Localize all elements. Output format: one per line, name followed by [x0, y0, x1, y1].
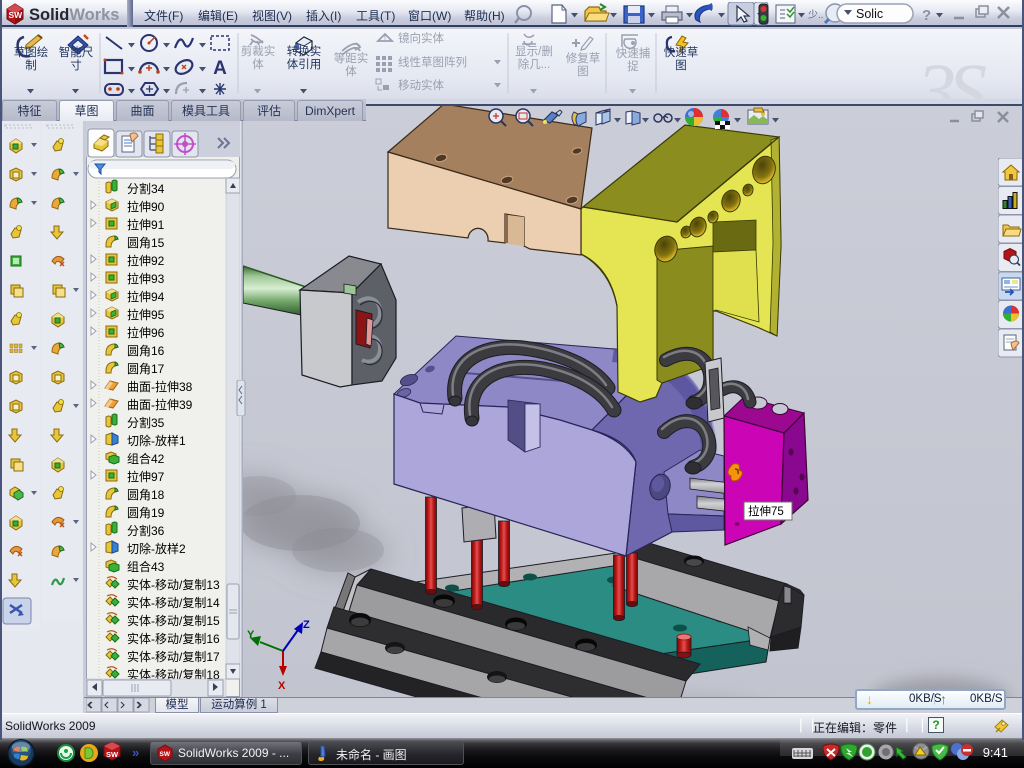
- svg-text:快速草: 快速草: [664, 46, 699, 59]
- svg-text:X: X: [278, 680, 286, 692]
- svg-text:智能尺: 智能尺: [59, 45, 94, 59]
- svg-text:拉伸75: 拉伸75: [748, 504, 784, 518]
- svg-text:3S: 3S: [916, 47, 987, 99]
- svg-text:镜向实体: 镜向实体: [398, 31, 444, 45]
- svg-text:9:41: 9:41: [983, 745, 1008, 760]
- svg-text:剪裁实: 剪裁实: [241, 44, 276, 58]
- svg-text:体: 体: [345, 64, 357, 78]
- svg-text:线性草图阵列: 线性草图阵列: [398, 55, 467, 69]
- svg-text:移动实体: 移动实体: [398, 78, 444, 92]
- svg-text:Y: Y: [247, 629, 255, 641]
- svg-text:!: !: [384, 33, 387, 42]
- svg-text:少..: 少..: [808, 9, 824, 21]
- svg-text:SW: SW: [9, 10, 24, 20]
- svg-text:寸: 寸: [70, 58, 82, 72]
- svg-text:SW: SW: [160, 751, 171, 758]
- svg-text:»: »: [132, 745, 139, 760]
- svg-text:图: 图: [675, 59, 687, 72]
- svg-text:?: ?: [922, 7, 931, 24]
- svg-text:除几...: 除几...: [518, 57, 551, 71]
- svg-text:修复草: 修复草: [566, 51, 601, 65]
- svg-text:制: 制: [25, 59, 37, 72]
- svg-text:A: A: [213, 58, 227, 79]
- svg-text:体: 体: [252, 57, 264, 71]
- svg-text:显示/删: 显示/删: [515, 45, 553, 58]
- svg-text:SolidWorks: SolidWorks: [29, 6, 119, 24]
- svg-text:转换实: 转换实: [287, 44, 322, 58]
- svg-text:草图绘: 草图绘: [14, 45, 49, 59]
- svg-text:Z: Z: [303, 619, 310, 631]
- svg-text:快速捕: 快速捕: [616, 46, 651, 60]
- svg-text:图: 图: [577, 65, 589, 78]
- svg-text:SW: SW: [106, 750, 119, 759]
- svg-text:体引用: 体引用: [287, 57, 322, 71]
- svg-text:等距实: 等距实: [334, 51, 369, 65]
- svg-text:捉: 捉: [627, 59, 639, 73]
- svg-text:Solic: Solic: [856, 7, 883, 21]
